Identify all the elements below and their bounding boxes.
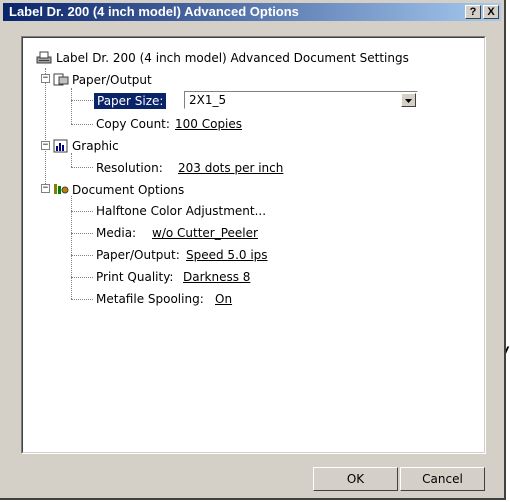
- help-button[interactable]: ?: [465, 5, 481, 19]
- halftone-item[interactable]: Halftone Color Adjustment...: [96, 204, 266, 218]
- resolution-value[interactable]: 203 dots per inch: [178, 161, 283, 175]
- printer-icon: [36, 51, 52, 64]
- media-value[interactable]: w/o Cutter_Peeler: [152, 226, 258, 240]
- document-options-icon: [54, 184, 69, 194]
- print-quality-label: Print Quality:: [96, 270, 174, 284]
- document-options-collapse-toggle[interactable]: −: [41, 184, 50, 193]
- media-label: Media:: [96, 226, 137, 240]
- graphic-icon: [53, 139, 68, 153]
- cancel-button[interactable]: Cancel: [400, 467, 485, 491]
- paper-output-speed-label: Paper/Output:: [96, 248, 180, 262]
- print-quality-value[interactable]: Darkness 8: [183, 270, 250, 284]
- resolution-label: Resolution:: [96, 161, 163, 175]
- ok-button[interactable]: OK: [313, 467, 398, 491]
- tree-root-label: Label Dr. 200 (4 inch model) Advanced Do…: [56, 51, 409, 65]
- paper-output-label: Paper/Output: [72, 73, 152, 87]
- title-bar[interactable]: Label Dr. 200 (4 inch model) Advanced Op…: [3, 3, 501, 21]
- paper-size-value: 2X1_5: [189, 93, 227, 107]
- dropdown-arrow-button[interactable]: [401, 93, 416, 107]
- paper-size-dropdown[interactable]: 2X1_5: [184, 91, 418, 109]
- copy-count-label: Copy Count:: [96, 117, 170, 131]
- document-options-label: Document Options: [72, 183, 185, 197]
- copy-count-value[interactable]: 100 Copies: [175, 117, 242, 131]
- advanced-options-dialog: Label Dr. 200 (4 inch model) Advanced Op…: [0, 0, 506, 500]
- paper-size-label[interactable]: Paper Size:: [94, 93, 167, 109]
- paper-output-icon: [53, 73, 69, 86]
- metafile-spooling-value[interactable]: On: [215, 292, 232, 306]
- graphic-label: Graphic: [72, 139, 119, 153]
- paper-output-collapse-toggle[interactable]: −: [41, 74, 50, 83]
- paper-output-speed-value[interactable]: Speed 5.0 ips: [186, 248, 268, 262]
- dialog-title: Label Dr. 200 (4 inch model) Advanced Op…: [9, 4, 299, 19]
- graphic-collapse-toggle[interactable]: −: [41, 141, 50, 150]
- metafile-spooling-label: Metafile Spooling:: [96, 292, 204, 306]
- chevron-down-icon: [405, 99, 412, 103]
- close-button[interactable]: X: [483, 5, 499, 19]
